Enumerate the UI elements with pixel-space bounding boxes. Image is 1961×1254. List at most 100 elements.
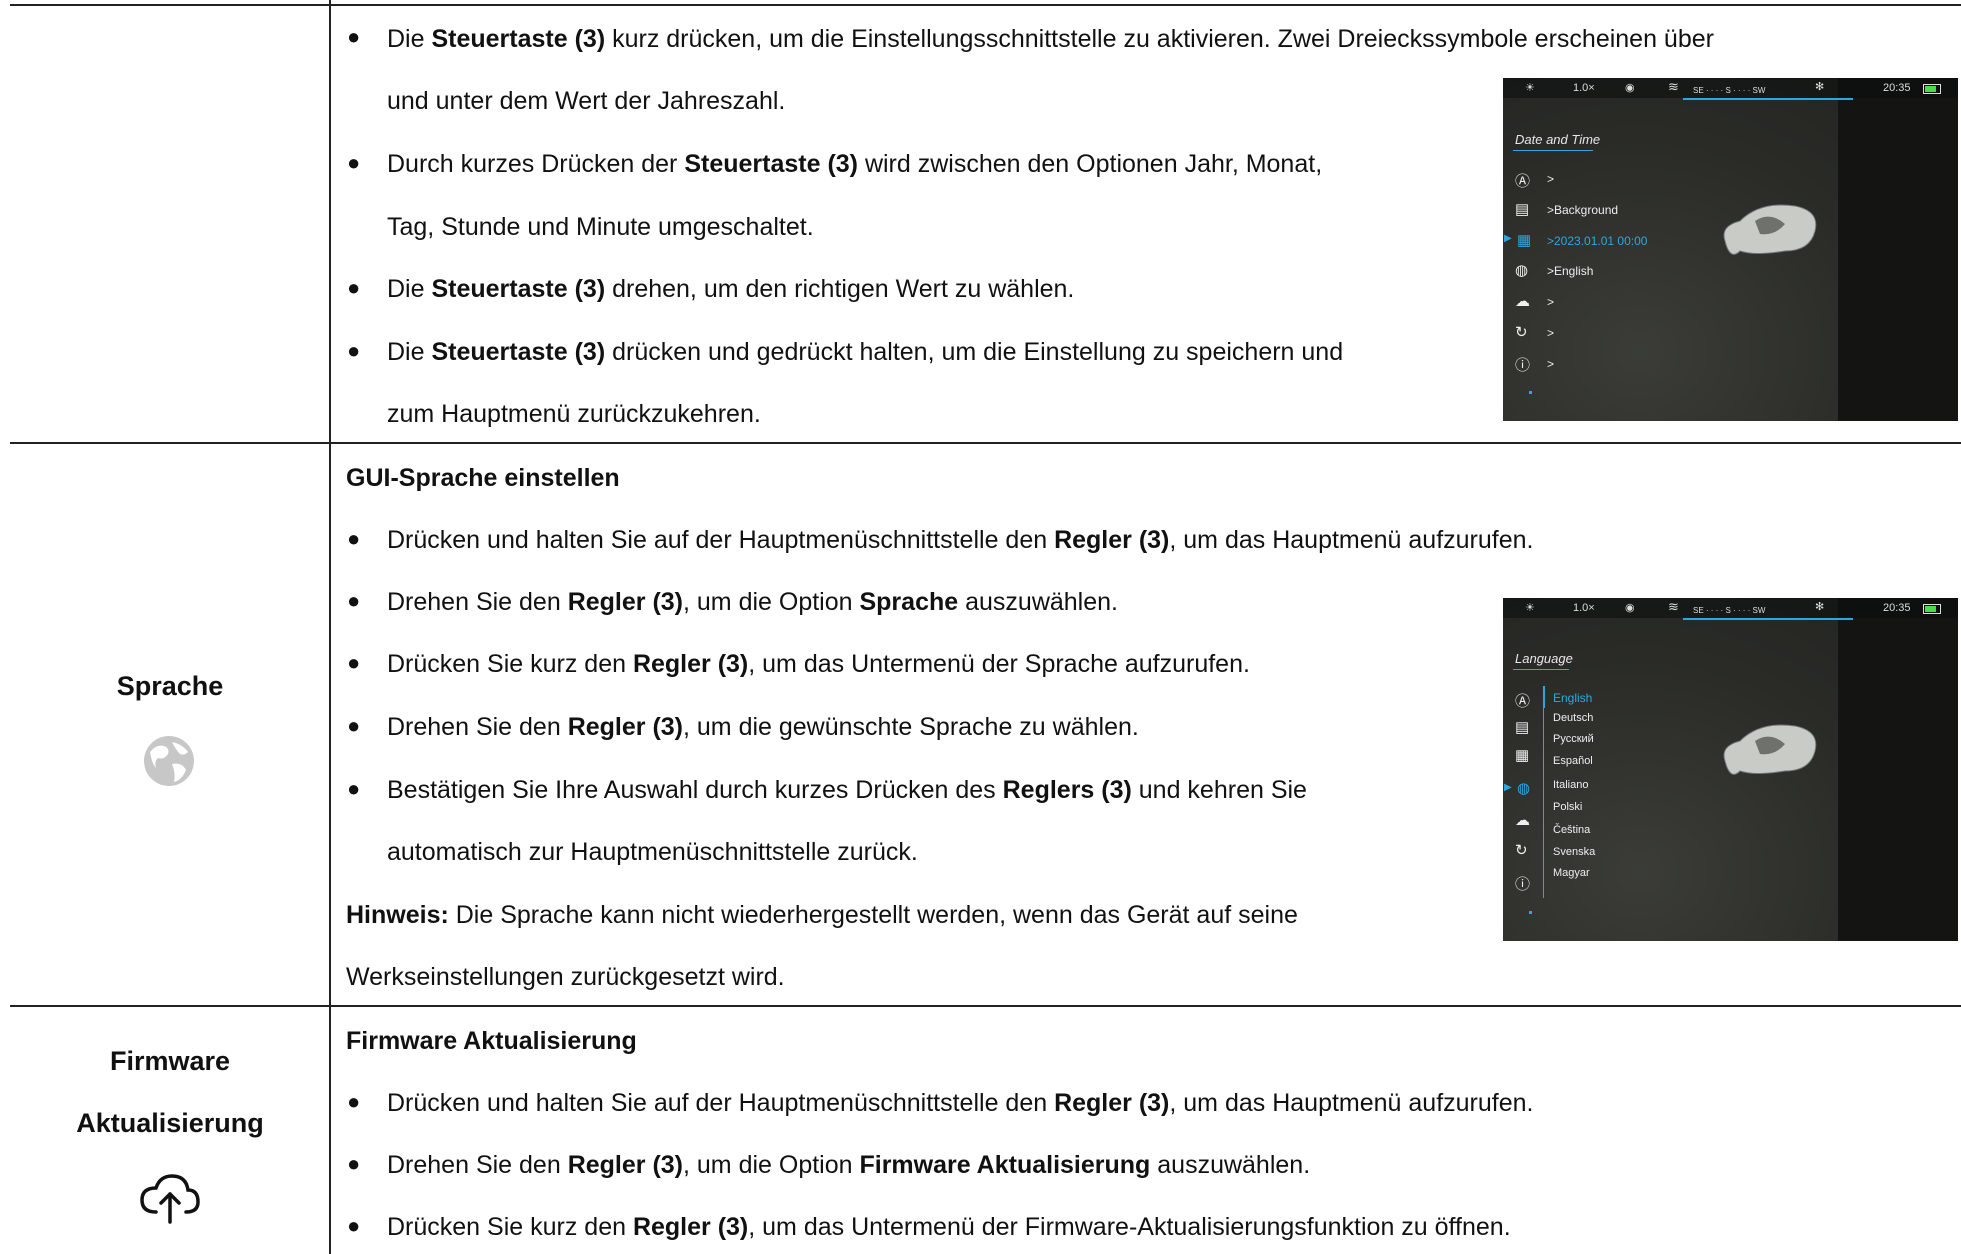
selection-arrow-icon: ▶ — [1504, 782, 1512, 793]
language-option: Deutsch — [1553, 712, 1594, 724]
language-list-selected-rule — [1543, 686, 1545, 708]
thermal-animal-image — [1723, 724, 1817, 775]
bullet: ● — [347, 588, 361, 613]
selection-arrow-icon: ▶ — [1504, 233, 1512, 244]
thermal-animal-image — [1723, 204, 1817, 255]
device-screenshot-language: ☀ 1.0× ◉ ≋ SE · · · · S · · · · SW ✻ 20:… — [1503, 598, 1958, 941]
language-option: Italiano — [1553, 779, 1589, 791]
row-label-firmware: Firmware — [109, 1046, 231, 1076]
language-option: Magyar — [1553, 867, 1590, 879]
row-label-sprache: Sprache — [116, 671, 224, 701]
palette-icon: ▤ — [1515, 719, 1530, 736]
zoom-value: 1.0× — [1573, 82, 1595, 94]
paragraph: Die Steuertaste (3) drücken und gedrückt… — [387, 338, 1344, 366]
menu-item: > — [1547, 357, 1555, 371]
menu-title: Language — [1515, 651, 1573, 666]
zoom-value: 1.0× — [1573, 602, 1595, 614]
language-option: English — [1553, 691, 1593, 705]
scroll-dot — [1529, 391, 1532, 394]
language-option: Español — [1553, 755, 1593, 767]
row-label-aktualisierung: Aktualisierung — [76, 1108, 264, 1138]
menu-item: >Background — [1547, 203, 1619, 217]
status-bar-accent — [1683, 618, 1853, 620]
bullet: ● — [347, 1089, 361, 1114]
menu-title-underline — [1513, 669, 1569, 670]
wifi-icon: ≋ — [1668, 79, 1679, 94]
info-icon: ⓘ — [1515, 876, 1531, 893]
bullet: ● — [347, 776, 361, 801]
note: Hinweis: Die Sprache kann nicht wiederhe… — [346, 901, 1298, 929]
reset-icon: ↻ — [1515, 842, 1528, 859]
language-option: Polski — [1553, 801, 1583, 813]
table-row-rule — [10, 442, 1961, 444]
compass-icon: Ⓐ — [1515, 173, 1531, 190]
paragraph: Drehen Sie den Regler (3), um die gewüns… — [387, 713, 1139, 741]
bullet: ● — [347, 1151, 361, 1176]
calendar-icon: ▦ — [1515, 747, 1530, 764]
paragraph: automatisch zur Hauptmenüschnittstelle z… — [387, 838, 918, 866]
paragraph: Drücken und halten Sie auf der Hauptmenü… — [387, 526, 1534, 554]
paragraph: Drücken und halten Sie auf der Hauptmenü… — [387, 1089, 1534, 1117]
bullet: ● — [347, 150, 361, 175]
paragraph: Die Steuertaste (3) drehen, um den richt… — [387, 275, 1075, 303]
bullet: ● — [347, 24, 361, 49]
menu-item-date: >2023.01.01 00:00 — [1547, 234, 1648, 248]
bullet: ● — [347, 275, 361, 300]
battery-icon — [1923, 84, 1941, 94]
menu-item: > — [1547, 172, 1555, 186]
globe-icon — [144, 736, 194, 786]
paragraph: Durch kurzes Drücken der Steuertaste (3)… — [387, 150, 1323, 178]
clock-time: 20:35 — [1883, 602, 1911, 614]
paragraph: Drehen Sie den Regler (3), um die Option… — [387, 588, 1118, 616]
table-top-rule — [10, 4, 1961, 6]
bullet: ● — [347, 1213, 361, 1238]
reset-icon: ↻ — [1515, 324, 1528, 341]
eye-icon: ◉ — [1625, 82, 1635, 94]
globe-icon: ◍ — [1515, 262, 1529, 279]
paragraph: Die Steuertaste (3) kurz drücken, um die… — [387, 25, 1714, 53]
table-row-rule — [10, 1005, 1961, 1007]
gear-icon: ✻ — [1815, 601, 1825, 613]
palette-icon: ▤ — [1515, 201, 1530, 218]
clock-time: 20:35 — [1883, 82, 1911, 94]
eye-icon: ◉ — [1625, 602, 1635, 614]
battery-icon — [1923, 604, 1941, 614]
gear-icon: ✻ — [1815, 81, 1825, 93]
paragraph: Bestätigen Sie Ihre Auswahl durch kurzes… — [387, 776, 1307, 804]
device-screenshot-date-time: ☀ 1.0× ◉ ≋ SE · · · · S · · · · SW ✻ 20:… — [1503, 78, 1958, 421]
compass-strip: SE · · · · S · · · · SW — [1693, 86, 1766, 95]
scroll-dot — [1529, 911, 1532, 914]
bullet: ● — [347, 526, 361, 551]
cloud-upload-icon: ☁ — [1515, 293, 1530, 310]
paragraph: und unter dem Wert der Jahreszahl. — [387, 87, 786, 115]
language-option: Русский — [1553, 733, 1594, 745]
globe-icon: ◍ — [1517, 780, 1531, 797]
bullet: ● — [347, 713, 361, 738]
language-list-rule — [1543, 686, 1544, 898]
status-bar-accent — [1683, 98, 1853, 100]
bullet: ● — [347, 650, 361, 675]
language-option: Čeština — [1553, 824, 1591, 836]
bullet: ● — [347, 338, 361, 363]
menu-item: > — [1547, 295, 1555, 309]
cloud-upload-icon: ☁ — [1515, 812, 1530, 829]
menu-item: >English — [1547, 264, 1594, 278]
compass-icon: Ⓐ — [1515, 693, 1531, 710]
note: Werkseinstellungen zurückgesetzt wird. — [346, 963, 785, 991]
brightness-icon: ☀ — [1525, 602, 1535, 614]
compass-strip: SE · · · · S · · · · SW — [1693, 606, 1766, 615]
menu-title: Date and Time — [1515, 132, 1601, 147]
menu-title-underline — [1513, 150, 1593, 151]
paragraph: zum Hauptmenü zurückzukehren. — [387, 400, 761, 428]
section-heading: GUI-Sprache einstellen — [346, 464, 620, 492]
info-icon: ⓘ — [1515, 357, 1531, 374]
menu-item: > — [1547, 326, 1555, 340]
calendar-icon: ▦ — [1517, 232, 1532, 249]
cloud-upload-icon — [140, 1174, 200, 1224]
paragraph: Drehen Sie den Regler (3), um die Option… — [387, 1151, 1311, 1179]
wifi-icon: ≋ — [1668, 599, 1679, 614]
brightness-icon: ☀ — [1525, 82, 1535, 94]
paragraph: Drücken Sie kurz den Regler (3), um das … — [387, 650, 1250, 678]
paragraph: Tag, Stunde und Minute umgeschaltet. — [387, 213, 814, 241]
section-heading: Firmware Aktualisierung — [346, 1027, 637, 1055]
